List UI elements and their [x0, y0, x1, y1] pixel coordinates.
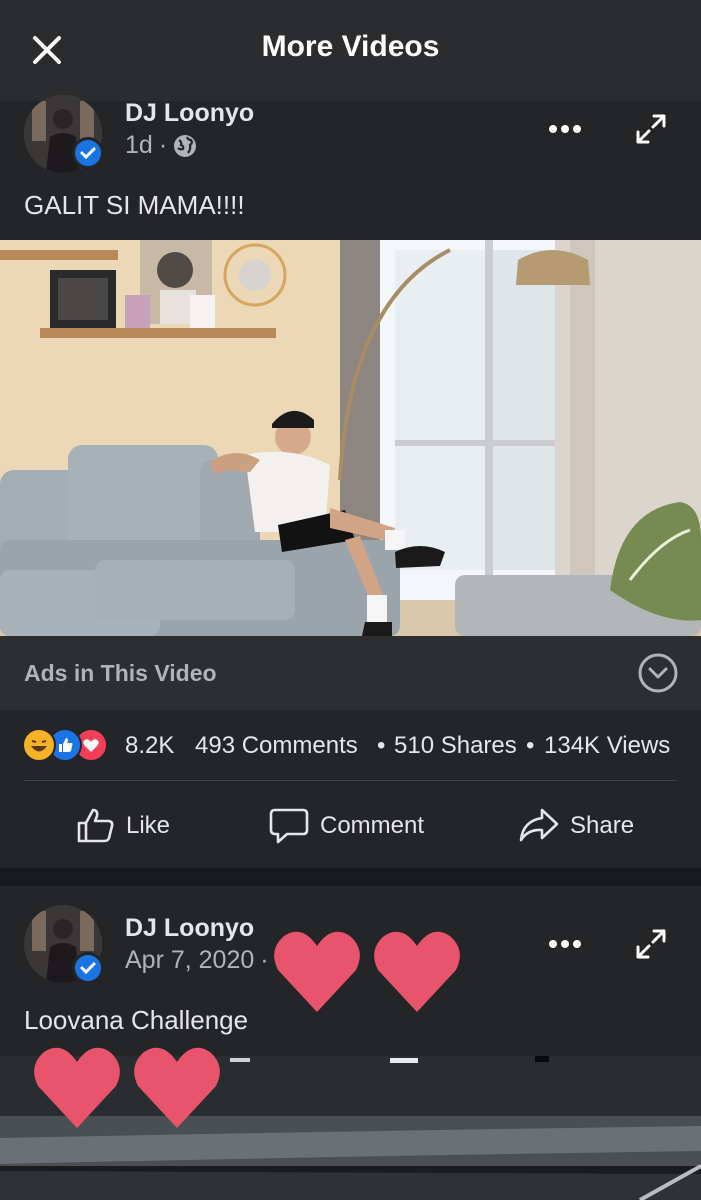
video-thumbnail	[0, 240, 701, 636]
heart-sticker	[34, 1047, 120, 1128]
stat-separator: •	[526, 732, 535, 759]
author-name[interactable]: DJ Loonyo	[125, 99, 254, 128]
post-meta: Apr 7, 2020 ·	[125, 946, 269, 975]
author-name[interactable]: DJ Loonyo	[125, 914, 254, 943]
post-meta: 1d ·	[125, 131, 197, 160]
meta-separator: ·	[158, 131, 168, 159]
shares-count[interactable]: 510 Shares	[394, 732, 517, 760]
verified-icon	[72, 952, 104, 984]
like-button[interactable]: Like	[76, 806, 170, 846]
divider	[24, 780, 677, 781]
post-caption: Loovana Challenge	[24, 1005, 249, 1035]
post-time[interactable]: Apr 7, 2020	[125, 946, 254, 975]
meta-separator: ·	[260, 946, 269, 974]
comment-label: Comment	[320, 812, 425, 839]
post-time[interactable]: 1d	[125, 131, 153, 160]
page-title: More Videos	[261, 30, 440, 63]
engagement-section: 8.2K 493 Comments • 510 Shares • 134K Vi…	[0, 710, 701, 868]
globe-icon	[174, 134, 197, 157]
views-count: 134K Views	[544, 732, 671, 759]
share-button[interactable]: Share	[518, 806, 634, 846]
verified-icon	[72, 137, 104, 169]
like-icon	[77, 808, 114, 843]
expand-icon[interactable]	[634, 112, 668, 146]
reaction-count[interactable]: 8.2K	[125, 732, 174, 760]
ads-label: Ads in This Video	[24, 660, 217, 686]
more-icon[interactable]	[545, 934, 585, 954]
ads-in-video-bar[interactable]: Ads in This Video	[0, 636, 701, 710]
comments-count[interactable]: 493 Comments	[195, 732, 358, 760]
stat-separator: •	[377, 732, 386, 759]
expand-icon[interactable]	[634, 927, 668, 961]
share-label: Share	[570, 812, 635, 839]
more-icon[interactable]	[545, 119, 585, 139]
heart-sticker	[134, 1047, 220, 1128]
top-bar: More Videos	[0, 0, 701, 101]
video-player[interactable]	[0, 240, 701, 636]
chevron-down-icon[interactable]	[637, 652, 679, 694]
comment-icon	[269, 808, 309, 844]
haha-reaction-icon	[22, 728, 56, 762]
heart-sticker	[274, 931, 360, 1012]
share-icon	[519, 808, 559, 842]
reactions-summary[interactable]	[22, 728, 108, 762]
post-caption: GALIT SI MAMA!!!!	[24, 190, 245, 220]
comment-button[interactable]: Comment	[268, 806, 424, 846]
heart-sticker	[374, 931, 460, 1012]
video-post: DJ Loonyo 1d · GALIT SI MAMA!!!!	[0, 95, 701, 636]
like-label: Like	[126, 812, 171, 839]
